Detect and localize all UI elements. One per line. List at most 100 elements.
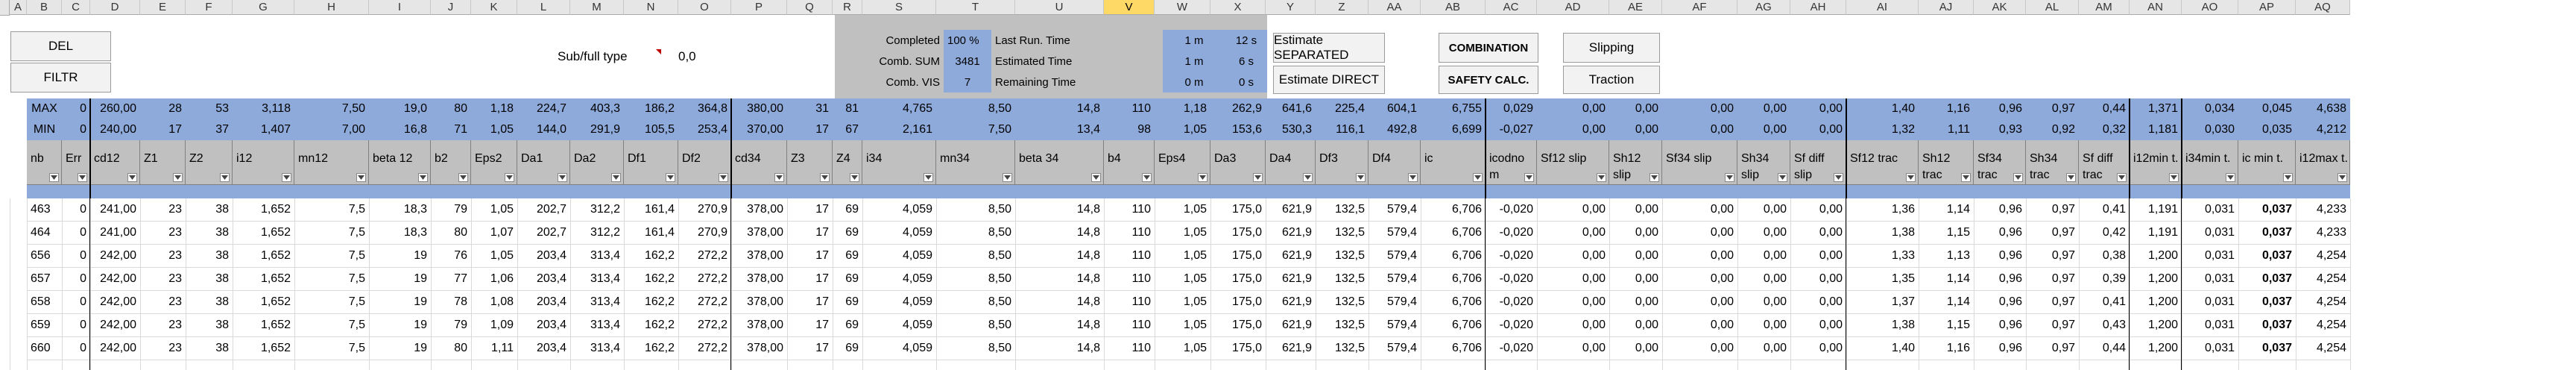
table-cell[interactable]: 0,00 bbox=[1737, 291, 1790, 314]
column-header-al[interactable]: AL bbox=[2026, 0, 2079, 15]
column-header-ai[interactable]: AI bbox=[1846, 0, 1919, 15]
table-cell[interactable]: 8,50 bbox=[936, 314, 1015, 337]
table-cell[interactable]: 175,0 bbox=[1210, 245, 1266, 268]
column-header-x[interactable]: X bbox=[1210, 0, 1266, 15]
filter-dropdown-icon[interactable] bbox=[850, 173, 859, 182]
filter-dropdown-icon[interactable] bbox=[1650, 173, 1659, 182]
table-cell[interactable]: 0,037 bbox=[2238, 337, 2296, 360]
column-header-ae[interactable]: AE bbox=[1609, 0, 1662, 15]
table-cell[interactable]: 0,037 bbox=[2238, 245, 2296, 268]
table-cell[interactable]: 132,5 bbox=[1316, 198, 1368, 222]
filter-dropdown-icon[interactable] bbox=[356, 173, 366, 182]
table-cell[interactable]: 579,4 bbox=[1368, 222, 1421, 245]
table-cell[interactable]: 0,031 bbox=[2182, 314, 2238, 337]
filtr-button[interactable]: FILTR bbox=[10, 63, 111, 92]
table-cell[interactable]: 0 bbox=[62, 268, 90, 291]
table-cell[interactable]: 23 bbox=[140, 337, 186, 360]
estimate-direct-button[interactable]: Estimate DIRECT bbox=[1273, 66, 1385, 94]
table-cell[interactable]: 1,13 bbox=[1919, 245, 1974, 268]
table-cell[interactable]: 69 bbox=[833, 198, 862, 222]
column-header-ao[interactable]: AO bbox=[2182, 0, 2238, 15]
column-header-r[interactable]: R bbox=[833, 0, 862, 15]
table-cell[interactable]: 80 bbox=[431, 222, 471, 245]
table-cell[interactable]: 6,706 bbox=[1421, 222, 1486, 245]
table-cell[interactable]: 0,97 bbox=[2026, 222, 2079, 245]
filter-dropdown-icon[interactable] bbox=[282, 173, 291, 182]
table-cell[interactable]: 18,3 bbox=[369, 222, 431, 245]
table-cell[interactable]: 4,233 bbox=[2296, 198, 2350, 222]
table-cell[interactable]: 0,00 bbox=[1662, 291, 1737, 314]
table-cell[interactable]: 8,50 bbox=[936, 245, 1015, 268]
table-cell[interactable]: 621,9 bbox=[1266, 222, 1316, 245]
filter-dropdown-icon[interactable] bbox=[774, 173, 784, 182]
table-cell[interactable]: -0,020 bbox=[1486, 245, 1537, 268]
filter-dropdown-icon[interactable] bbox=[1834, 173, 1843, 182]
table-cell[interactable]: 175,0 bbox=[1210, 291, 1266, 314]
table-cell[interactable]: 242,00 bbox=[90, 291, 140, 314]
table-cell[interactable]: 0,00 bbox=[1790, 291, 1846, 314]
column-header-aj[interactable]: AJ bbox=[1919, 0, 1974, 15]
filter-dropdown-icon[interactable] bbox=[458, 173, 468, 182]
filter-dropdown-icon[interactable] bbox=[1961, 173, 1971, 182]
table-cell[interactable]: 19 bbox=[369, 314, 431, 337]
table-cell[interactable]: 1,652 bbox=[233, 245, 294, 268]
table-cell[interactable]: 0 bbox=[62, 291, 90, 314]
column-header-ak[interactable]: AK bbox=[1974, 0, 2026, 15]
table-cell[interactable]: 1,05 bbox=[471, 245, 517, 268]
table-cell[interactable]: 14,8 bbox=[1015, 222, 1104, 245]
table-cell[interactable]: 1,200 bbox=[2130, 337, 2182, 360]
table-cell[interactable]: 0,031 bbox=[2182, 268, 2238, 291]
table-cell[interactable]: 0,00 bbox=[1790, 337, 1846, 360]
table-cell[interactable]: 7,5 bbox=[294, 291, 369, 314]
column-header-f[interactable]: F bbox=[186, 0, 233, 15]
table-cell[interactable]: 313,4 bbox=[570, 268, 624, 291]
table-cell[interactable]: 1,06 bbox=[471, 268, 517, 291]
table-cell[interactable]: 23 bbox=[140, 198, 186, 222]
table-cell[interactable]: 313,4 bbox=[570, 245, 624, 268]
table-cell[interactable]: -0,020 bbox=[1486, 314, 1537, 337]
column-header-am[interactable]: AM bbox=[2079, 0, 2130, 15]
table-cell[interactable]: 0,00 bbox=[1537, 245, 1609, 268]
table-cell[interactable]: 4,254 bbox=[2296, 245, 2350, 268]
table-cell[interactable]: 0,00 bbox=[1662, 198, 1737, 222]
table-cell[interactable]: 378,00 bbox=[731, 245, 787, 268]
table-cell[interactable]: 7,5 bbox=[294, 337, 369, 360]
table-cell[interactable]: 0,00 bbox=[1662, 314, 1737, 337]
table-cell[interactable]: 621,9 bbox=[1266, 291, 1316, 314]
column-header-v[interactable]: V bbox=[1104, 0, 1155, 15]
table-cell[interactable]: 0,00 bbox=[1609, 222, 1662, 245]
table-cell[interactable]: 579,4 bbox=[1368, 198, 1421, 222]
table-cell[interactable]: 23 bbox=[140, 314, 186, 337]
table-cell[interactable]: 242,00 bbox=[90, 245, 140, 268]
table-cell[interactable]: 8,50 bbox=[936, 222, 1015, 245]
filter-dropdown-icon[interactable] bbox=[1003, 173, 1012, 182]
table-cell[interactable]: 272,2 bbox=[678, 291, 731, 314]
table-cell[interactable]: 69 bbox=[833, 268, 862, 291]
table-cell[interactable]: 0,037 bbox=[2238, 198, 2296, 222]
table-cell[interactable]: 0,97 bbox=[2026, 198, 2079, 222]
table-cell[interactable]: 621,9 bbox=[1266, 245, 1316, 268]
table-cell[interactable]: 579,4 bbox=[1368, 291, 1421, 314]
table-cell[interactable]: 69 bbox=[833, 314, 862, 337]
table-cell[interactable]: 0,96 bbox=[1974, 222, 2026, 245]
table-cell[interactable]: 0,00 bbox=[1737, 337, 1790, 360]
table-cell[interactable]: 0,42 bbox=[2079, 222, 2130, 245]
table-cell[interactable]: 1,652 bbox=[233, 268, 294, 291]
table-cell[interactable]: 38 bbox=[186, 291, 233, 314]
table-cell[interactable]: 0,97 bbox=[2026, 314, 2079, 337]
table-cell[interactable]: 0,00 bbox=[1537, 222, 1609, 245]
table-cell[interactable]: 0,00 bbox=[1737, 314, 1790, 337]
column-header-k[interactable]: K bbox=[471, 0, 517, 15]
table-cell[interactable]: 0,00 bbox=[1737, 222, 1790, 245]
table-cell[interactable]: 1,16 bbox=[1919, 337, 1974, 360]
column-header-z[interactable]: Z bbox=[1316, 0, 1368, 15]
table-cell[interactable]: 6,706 bbox=[1421, 245, 1486, 268]
table-cell[interactable]: 14,8 bbox=[1015, 337, 1104, 360]
table-cell[interactable]: 1,11 bbox=[471, 337, 517, 360]
table-cell[interactable]: 0,38 bbox=[2079, 245, 2130, 268]
table-cell[interactable]: 110 bbox=[1104, 198, 1155, 222]
table-cell[interactable]: 1,05 bbox=[1155, 314, 1210, 337]
table-cell[interactable]: 7,5 bbox=[294, 245, 369, 268]
table-cell[interactable]: 657 bbox=[27, 268, 62, 291]
filter-dropdown-icon[interactable] bbox=[924, 173, 933, 182]
